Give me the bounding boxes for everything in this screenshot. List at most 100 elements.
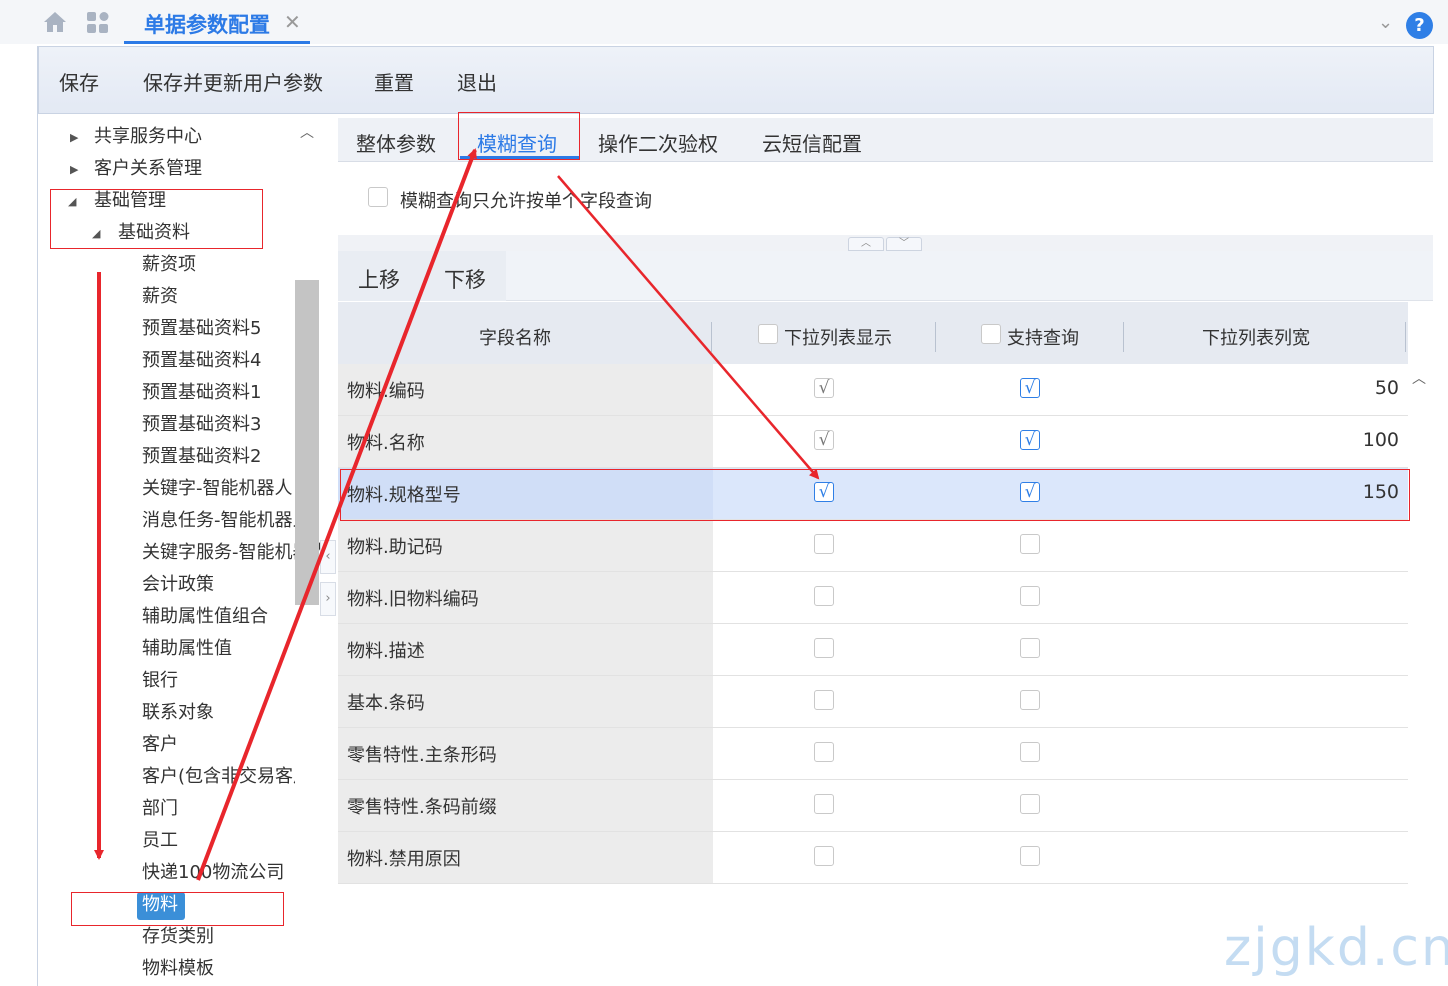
tree-item-material[interactable]: 物料 [142, 891, 178, 919]
tree-item[interactable]: 客户 [142, 731, 178, 759]
save-button[interactable]: 保存 [59, 67, 99, 96]
table-row[interactable]: 零售特性.主条形码 [338, 728, 1408, 780]
query-checkbox[interactable] [1020, 846, 1040, 866]
tree-item[interactable]: 辅助属性值组合 [142, 603, 268, 631]
query-checkbox[interactable]: √ [1020, 378, 1040, 398]
column-divider[interactable] [935, 322, 936, 352]
table-row[interactable]: 物料.禁用原因 [338, 832, 1408, 884]
expand-down-icon[interactable]: ﹀ [886, 237, 922, 251]
column-divider[interactable] [711, 322, 712, 352]
expand-arrow-icon[interactable]: ▶ [70, 163, 78, 176]
tree-item-basic-management[interactable]: 基础管理 [94, 187, 166, 215]
tab-cloud-sms[interactable]: 云短信配置 [762, 128, 862, 157]
help-icon[interactable]: ? [1406, 12, 1433, 39]
display-checkbox[interactable] [814, 742, 834, 762]
tab-fuzzy-query[interactable]: 模糊查询 [477, 128, 557, 157]
display-checkbox[interactable]: √ [814, 378, 834, 398]
display-checkbox[interactable]: √ [814, 482, 834, 502]
collapse-left-icon[interactable]: ‹ [320, 540, 336, 574]
table-row[interactable]: 物料.描述 [338, 624, 1408, 676]
query-checkbox[interactable] [1020, 794, 1040, 814]
table-row[interactable]: 物料.旧物料编码 [338, 572, 1408, 624]
column-width-value[interactable]: 100 [1363, 429, 1399, 451]
tree-item[interactable]: 员工 [142, 827, 178, 855]
tree-item[interactable]: 消息任务-智能机器人 [142, 507, 311, 535]
collapse-arrow-icon[interactable]: ◢ [68, 195, 76, 208]
tree-item[interactable]: 薪资项 [142, 251, 196, 279]
tree-item-basic-data[interactable]: 基础资料 [118, 219, 190, 247]
header-support-query[interactable]: 支持查询 [1007, 324, 1079, 350]
table-row[interactable]: 物料.名称 √ √ 100 [338, 416, 1408, 468]
tree-item[interactable]: 预置基础资料4 [142, 347, 261, 375]
header-dropdown-width[interactable]: 下拉列表列宽 [1202, 324, 1310, 350]
grid-scrollbar[interactable] [1408, 364, 1434, 983]
query-checkbox[interactable] [1020, 638, 1040, 658]
tree-item[interactable]: 银行 [142, 667, 178, 695]
query-checkbox[interactable] [1020, 586, 1040, 606]
tree-item[interactable]: 预置基础资料3 [142, 411, 261, 439]
header-field-name[interactable]: 字段名称 [479, 324, 551, 350]
collapse-up-icon[interactable]: ︿ [848, 237, 884, 251]
table-row-selected[interactable]: 物料.规格型号 √ √ 150 [338, 468, 1408, 520]
page-tab[interactable]: 单据参数配置 ✕ [124, 0, 310, 44]
display-checkbox[interactable] [814, 534, 834, 554]
header-query-checkbox[interactable] [981, 324, 1001, 344]
table-row[interactable]: 基本.条码 [338, 676, 1408, 728]
scroll-up-icon[interactable]: ︿ [1412, 368, 1426, 388]
column-width-value[interactable]: 150 [1363, 481, 1399, 503]
apps-icon[interactable] [85, 10, 111, 36]
query-checkbox[interactable]: √ [1020, 430, 1040, 450]
column-divider[interactable] [1405, 322, 1406, 352]
save-update-button[interactable]: 保存并更新用户参数 [143, 67, 323, 96]
reset-button[interactable]: 重置 [374, 67, 414, 96]
display-checkbox[interactable]: √ [814, 430, 834, 450]
tab-secondary-auth[interactable]: 操作二次验权 [598, 128, 718, 157]
tree-item[interactable]: 预置基础资料5 [142, 315, 261, 343]
tree-item[interactable]: 会计政策 [142, 571, 214, 599]
tree-item[interactable]: 快递100物流公司 [142, 859, 284, 887]
tab-overall-params[interactable]: 整体参数 [356, 128, 436, 157]
scroll-up-icon[interactable]: ︿ [300, 122, 314, 142]
tree-item[interactable]: 联系对象 [142, 699, 214, 727]
expand-arrow-icon[interactable]: ▶ [70, 131, 78, 144]
tree-item[interactable]: 预置基础资料1 [142, 379, 261, 407]
table-row[interactable]: 物料.编码 √ √ 50 [338, 364, 1408, 416]
single-field-checkbox[interactable] [368, 187, 388, 207]
close-icon[interactable]: ✕ [284, 10, 301, 34]
collapse-arrow-icon[interactable]: ◢ [92, 227, 100, 240]
tree-item[interactable]: 客户(包含非交易客户) [142, 763, 318, 791]
tree-item[interactable]: 存货类别 [142, 923, 214, 951]
query-checkbox[interactable] [1020, 690, 1040, 710]
query-checkbox[interactable] [1020, 742, 1040, 762]
display-checkbox[interactable] [814, 846, 834, 866]
tree-item[interactable]: 辅助属性值 [142, 635, 232, 663]
display-checkbox[interactable] [814, 690, 834, 710]
tree-item[interactable]: 预置基础资料2 [142, 443, 261, 471]
display-checkbox[interactable] [814, 638, 834, 658]
tree-item[interactable]: 关键字-智能机器人 [142, 475, 293, 503]
table-row[interactable]: 零售特性.条码前缀 [338, 780, 1408, 832]
tree-item[interactable]: 部门 [142, 795, 178, 823]
tree-item[interactable]: 薪资 [142, 283, 178, 311]
tree-item[interactable]: 物料模板 [142, 955, 214, 983]
expand-right-icon[interactable]: › [320, 582, 336, 616]
display-checkbox[interactable] [814, 794, 834, 814]
query-checkbox[interactable] [1020, 534, 1040, 554]
field-name-cell: 物料.描述 [338, 624, 713, 675]
display-checkbox[interactable] [814, 586, 834, 606]
table-row[interactable]: 物料.助记码 [338, 520, 1408, 572]
query-checkbox[interactable]: √ [1020, 482, 1040, 502]
header-display-checkbox[interactable] [758, 324, 778, 344]
header-dropdown-display[interactable]: 下拉列表显示 [784, 324, 892, 350]
collapse-chevron-icon[interactable]: ⌄ [1378, 12, 1393, 33]
tree-item-shared-service[interactable]: 共享服务中心 [94, 123, 202, 151]
move-down-button[interactable]: 下移 [444, 264, 486, 294]
field-name-cell: 物料.编码 [338, 364, 713, 415]
column-width-value[interactable]: 50 [1375, 377, 1399, 399]
home-icon[interactable] [42, 9, 68, 35]
tree-item-crm[interactable]: 客户关系管理 [94, 155, 202, 183]
exit-button[interactable]: 退出 [457, 67, 497, 96]
sidebar-scroll-thumb[interactable] [295, 280, 319, 605]
column-divider[interactable] [1123, 322, 1124, 352]
move-up-button[interactable]: 上移 [358, 264, 400, 294]
